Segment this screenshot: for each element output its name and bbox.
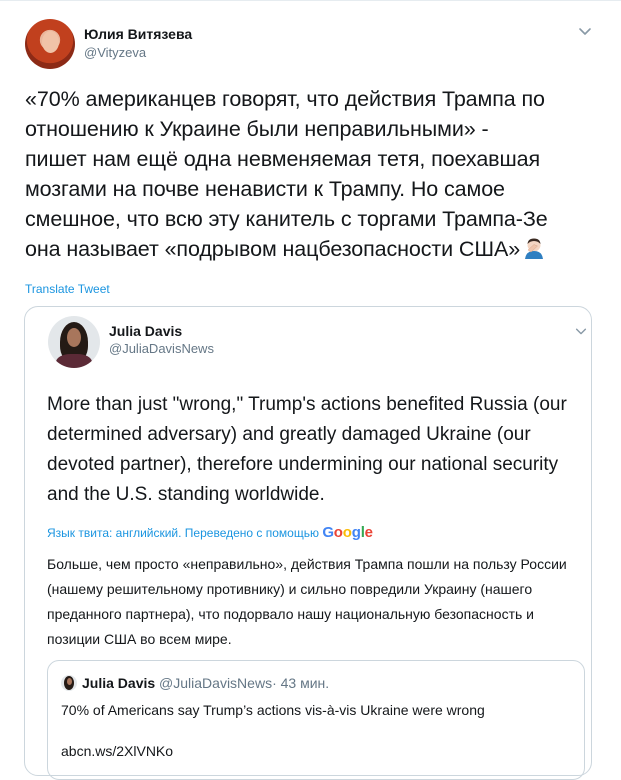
nested-header: Julia Davis @JuliaDavisNews· 43 мин. xyxy=(82,675,329,691)
quoted-chevron-down-icon[interactable] xyxy=(574,324,588,338)
translated-text: Больше, чем просто «неправильно», действ… xyxy=(47,556,567,647)
quoted-author-avatar[interactable] xyxy=(48,316,100,368)
nested-separator: · xyxy=(272,675,277,691)
nested-author-name[interactable]: Julia Davis xyxy=(82,675,155,691)
translation-attribution: Язык твита: английский. Переведено с пом… xyxy=(47,524,373,541)
author-name[interactable]: Юлия Витязева xyxy=(84,26,192,42)
nested-author-avatar xyxy=(61,675,77,691)
google-logo: Google xyxy=(322,524,373,541)
nested-tweet-link[interactable]: abcn.ws/2XlVNKo xyxy=(61,743,173,759)
translate-tweet-link[interactable]: Translate Tweet xyxy=(25,282,110,296)
author-avatar[interactable] xyxy=(25,19,75,69)
tweet-text: «70% американцев говорят, что действия Т… xyxy=(25,84,600,264)
tweet-text-content: «70% американцев говорят, что действия Т… xyxy=(25,87,548,261)
nested-timestamp[interactable]: 43 мин. xyxy=(281,675,330,691)
author-handle[interactable]: @Vityzeva xyxy=(84,45,146,60)
quoted-author-name[interactable]: Julia Davis xyxy=(109,323,182,339)
nested-tweet-text: 70% of Americans say Trump’s actions vis… xyxy=(61,702,485,718)
nested-author-handle[interactable]: @JuliaDavisNews xyxy=(159,675,272,691)
top-divider xyxy=(0,0,621,1)
translation-attribution-text: Язык твита: английский. Переведено с пом… xyxy=(47,526,319,540)
quoted-tweet-text: More than just "wrong," Trump's actions … xyxy=(47,394,567,505)
quoted-author-handle[interactable]: @JuliaDavisNews xyxy=(109,341,214,356)
chevron-down-icon[interactable] xyxy=(577,23,593,39)
man-facepalming-icon xyxy=(525,238,544,259)
